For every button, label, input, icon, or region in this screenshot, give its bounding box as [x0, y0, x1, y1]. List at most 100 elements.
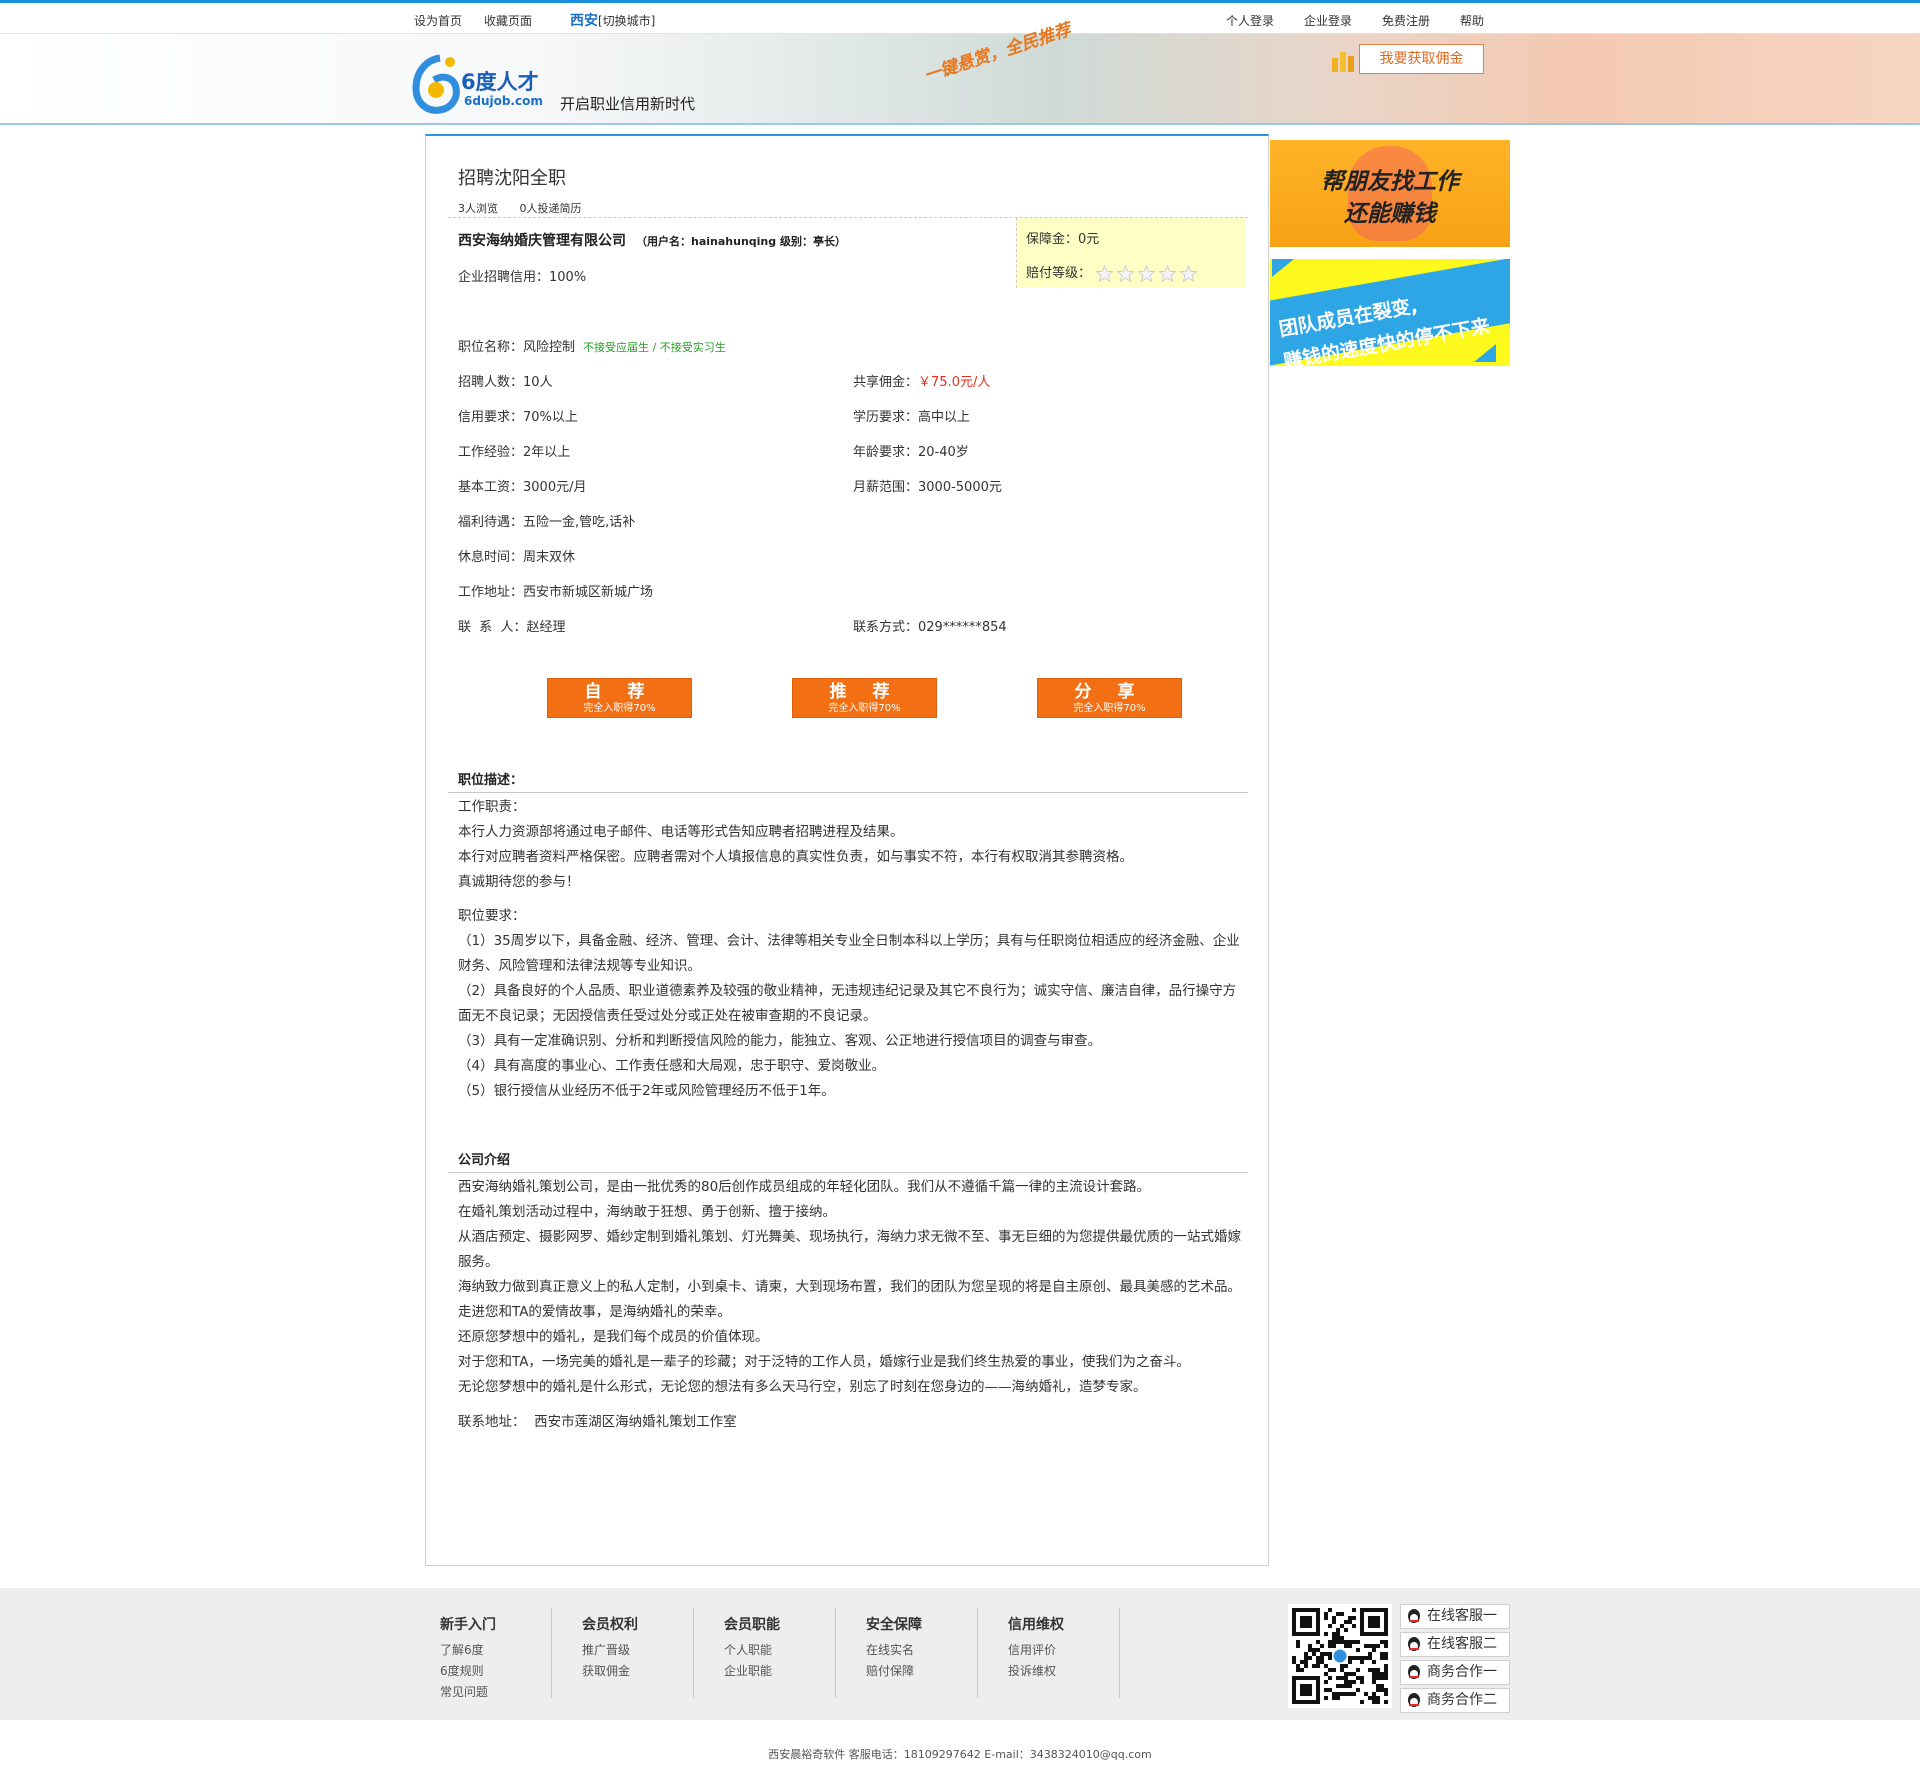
star-icon	[1158, 264, 1177, 282]
payout-level: 赔付等级：	[1026, 262, 1200, 283]
footer-link[interactable]: 在线实名	[866, 1640, 922, 1661]
job-detail-panel: 招聘沈阳全职 3人浏览 0人投递简历 西安海纳婚庆管理有限公司 （用户名：hain…	[425, 134, 1269, 1566]
company-meta: （用户名：hainahunqing 级别：亭长）	[636, 235, 846, 248]
payout-level-label: 赔付等级：	[1026, 266, 1092, 281]
share-label: 分 享	[1074, 682, 1145, 702]
service-button-2[interactable]: 在线客服二	[1400, 1632, 1510, 1657]
star-icon	[1137, 264, 1156, 282]
ad1-line1: 帮朋友找工作	[1321, 169, 1459, 195]
requirement-line: （2）具备良好的个人品质、职业道德素养及较强的敬业精神，无违规违纪记录及其它不良…	[458, 983, 1237, 1024]
footer-col-title: 会员权利	[582, 1617, 638, 1633]
footer-link[interactable]: 常见问题	[440, 1682, 496, 1703]
payout-stars	[1095, 264, 1200, 282]
intro-paragraph: 走进您和TA的爱情故事，是海纳婚礼的荣幸。	[458, 1304, 731, 1320]
duty-title: 工作职责：	[458, 799, 526, 815]
business-button-2[interactable]: 商务合作二	[1400, 1688, 1510, 1713]
qr-code-icon	[1288, 1604, 1392, 1708]
salary-range: 月薪范围：3000-5000元	[853, 480, 1002, 495]
base-salary: 基本工资：3000元/月	[458, 480, 587, 495]
duty-line: 本行对应聘者资料严格保密。应聘者需对个人填报信息的真实性负责，如与事实不符，本行…	[458, 849, 1133, 865]
service-label: 在线客服一	[1427, 1608, 1497, 1624]
commission-label: 共享佣金：	[853, 375, 919, 390]
intro-paragraph: 无论您梦想中的婚礼是什么形式，无论您的想法有多么天马行空，别忘了时刻在您身边的—…	[458, 1379, 1147, 1395]
job-description: 工作职责： 本行人力资源部将通过电子邮件、电话等形式告知应聘者招聘进程及结果。 …	[458, 795, 1248, 1104]
city-name: 西安	[570, 13, 598, 29]
footer: 新手入门 了解6度 6度规则 常见问题 会员权利 推广晋级 获取佣金 会员职能 …	[0, 1588, 1920, 1720]
footer-divider	[693, 1608, 694, 1698]
logo-url: 6dujob.com	[464, 94, 543, 108]
footer-col-title: 安全保障	[866, 1617, 922, 1633]
company-intro: 西安海纳婚礼策划公司，是由一批优秀的80后创作成员组成的年轻化团队。我们从不遵循…	[458, 1175, 1248, 1435]
logo-icon[interactable]	[412, 50, 462, 116]
intro-paragraph: 还原您梦想中的婚礼，是我们每个成员的价值体现。	[458, 1329, 769, 1345]
footer-divider	[1119, 1608, 1120, 1698]
service-label: 在线客服二	[1427, 1636, 1497, 1652]
company-credit: 企业招聘信用：100%	[458, 270, 587, 285]
footer-link[interactable]: 投诉维权	[1008, 1661, 1064, 1682]
footer-link[interactable]: 推广晋级	[582, 1640, 638, 1661]
self-recommend-label: 自 荐	[584, 682, 655, 702]
view-count: 3人浏览	[458, 202, 498, 215]
duty-line: 真诚期待您的参与！	[458, 874, 580, 890]
requirement-line: （3）具有一定准确识别、分析和判断授信风险的能力，能独立、客观、公正地进行授信项…	[458, 1033, 1102, 1049]
contact-method: 联系方式：029******854	[853, 620, 1007, 635]
share-button[interactable]: 分 享 完全入职得70%	[1037, 678, 1182, 718]
service-label: 商务合作一	[1427, 1664, 1497, 1680]
ad1-line2: 还能赚钱	[1344, 201, 1436, 227]
footer-col-title: 新手入门	[440, 1617, 496, 1633]
footer-link[interactable]: 获取佣金	[582, 1661, 638, 1682]
register-link[interactable]: 免费注册	[1382, 12, 1430, 29]
header-divider	[0, 123, 1920, 125]
contact-person: 联 系 人：赵经理	[458, 620, 566, 635]
footer-link[interactable]: 6度规则	[440, 1661, 496, 1682]
coin-stack-icon	[1332, 52, 1354, 72]
favorite-link[interactable]: 收藏页面	[484, 12, 532, 29]
business-button-1[interactable]: 商务合作一	[1400, 1660, 1510, 1685]
star-icon	[1116, 264, 1135, 282]
get-commission-button[interactable]: 我要获取佣金	[1359, 44, 1484, 74]
recommend-button[interactable]: 推 荐 完全入职得70%	[792, 678, 937, 718]
requirement-line: （5）银行授信从业经历不低于2年或风险管理经历不低于1年。	[458, 1083, 835, 1099]
set-home-link[interactable]: 设为首页	[414, 12, 462, 29]
logo-name: 6度人才	[461, 70, 539, 94]
service-button-1[interactable]: 在线客服一	[1400, 1604, 1510, 1629]
star-icon	[1179, 264, 1198, 282]
footer-divider	[835, 1608, 836, 1698]
footer-link[interactable]: 信用评价	[1008, 1640, 1064, 1661]
footer-col-credit: 信用维权 信用评价 投诉维权	[1008, 1614, 1064, 1682]
footer-col-title: 会员职能	[724, 1617, 780, 1633]
description-divider	[448, 792, 1248, 793]
footer-link[interactable]: 企业职能	[724, 1661, 780, 1682]
intro-paragraph: 从酒店预定、摄影网罗、婚纱定制到婚礼策划、灯光舞美、现场执行，海纳力求无微不至、…	[458, 1229, 1241, 1270]
company-name[interactable]: 西安海纳婚庆管理有限公司 （用户名：hainahunqing 级别：亭长）	[458, 230, 846, 250]
copyright: 西安晨裕奇软件 客服电话：18109297642 E-mail：34383240…	[768, 1748, 1152, 1761]
footer-link[interactable]: 赔付保障	[866, 1661, 922, 1682]
company-address: 联系地址： 西安市莲湖区海纳婚礼策划工作室	[458, 1414, 737, 1430]
ad-team-growth[interactable]: 团队成员在裂变, 赚钱的速度快的停不下来	[1270, 259, 1510, 366]
position-tags: 不接受应届生 / 不接受实习生	[583, 341, 726, 354]
self-recommend-button[interactable]: 自 荐 完全入职得70%	[547, 678, 692, 718]
footer-col-rights: 会员权利 推广晋级 获取佣金	[582, 1614, 638, 1682]
ad-help-friends[interactable]: 帮朋友找工作 还能赚钱	[1270, 140, 1510, 247]
duty-line: 本行人力资源部将通过电子邮件、电话等形式告知应聘者招聘进程及结果。	[458, 824, 904, 840]
switch-city-link[interactable]: [切换城市]	[598, 14, 655, 28]
service-label: 商务合作二	[1427, 1692, 1497, 1708]
company-intro-title: 公司介绍	[458, 1153, 511, 1168]
recommend-label: 推 荐	[829, 682, 900, 702]
intro-paragraph: 西安海纳婚礼策划公司，是由一批优秀的80后创作成员组成的年轻化团队。我们从不遵循…	[458, 1179, 1151, 1195]
help-link[interactable]: 帮助	[1460, 12, 1484, 29]
footer-link[interactable]: 个人职能	[724, 1640, 780, 1661]
top-bar: 设为首页 收藏页面 西安[切换城市] 个人登录 企业登录 免费注册 帮助	[0, 3, 1920, 34]
company-login-link[interactable]: 企业登录	[1304, 12, 1352, 29]
company-name-text: 西安海纳婚庆管理有限公司	[458, 233, 626, 249]
city-selector[interactable]: 西安[切换城市]	[570, 10, 655, 30]
requirement-title: 职位要求：	[458, 908, 526, 924]
self-recommend-sub: 完全入职得70%	[583, 703, 656, 714]
corner-triangle-icon	[1272, 259, 1294, 277]
job-title: 招聘沈阳全职	[458, 168, 566, 189]
work-address: 工作地址：西安市新城区新城广场	[458, 585, 654, 600]
footer-link[interactable]: 了解6度	[440, 1640, 496, 1661]
personal-login-link[interactable]: 个人登录	[1226, 12, 1274, 29]
footer-divider	[977, 1608, 978, 1698]
job-stats: 3人浏览 0人投递简历	[458, 200, 582, 216]
